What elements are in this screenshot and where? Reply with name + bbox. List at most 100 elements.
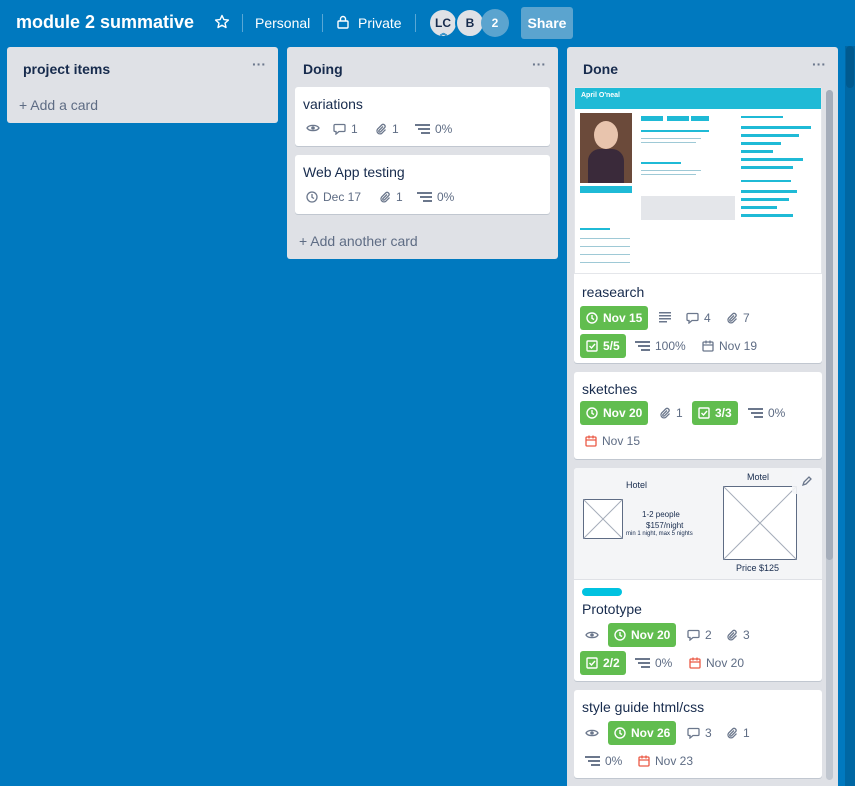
header-divider xyxy=(242,14,243,32)
calendar-icon xyxy=(702,340,714,352)
attachments-badge: 7 xyxy=(726,309,750,327)
attachments-badge: 1 xyxy=(375,120,399,138)
persona-header-bar: April O'neal xyxy=(575,88,821,109)
list-title[interactable]: Done xyxy=(583,61,618,77)
list-menu-button[interactable]: ··· xyxy=(252,56,266,72)
due-date-complete-badge[interactable]: Nov 15 xyxy=(580,306,649,330)
calendar-icon xyxy=(638,755,650,767)
clock-icon xyxy=(586,312,598,324)
progress-bars-icon xyxy=(748,408,763,418)
date-value: Nov 15 xyxy=(602,434,641,448)
clock-icon xyxy=(614,629,626,641)
paperclip-icon xyxy=(727,727,737,739)
eye-icon xyxy=(585,729,599,737)
attachments-count: 1 xyxy=(743,726,750,740)
comment-icon xyxy=(686,312,699,324)
member-overflow-count[interactable]: 2 xyxy=(481,9,509,37)
board-header: module 2 summative Personal Private LC ︽ … xyxy=(0,0,855,46)
comments-badge: 4 xyxy=(686,309,711,327)
clock-icon xyxy=(614,727,626,739)
team-button[interactable]: Personal xyxy=(255,15,310,31)
attachments-count: 1 xyxy=(676,406,683,420)
due-date-complete-badge[interactable]: Nov 20 xyxy=(580,401,649,425)
pencil-icon xyxy=(801,476,812,487)
comments-count: 2 xyxy=(705,628,712,642)
due-date: Nov 26 xyxy=(631,726,671,740)
comments-count: 1 xyxy=(351,122,358,136)
comments-badge: 2 xyxy=(687,626,712,644)
attachments-count: 7 xyxy=(743,311,750,325)
attachments-count: 3 xyxy=(743,628,750,642)
card-variations[interactable]: variations 1 1 0% xyxy=(295,87,550,146)
wireframe-price: Price $125 xyxy=(736,563,780,573)
card-style-guide[interactable]: style guide html/css Nov 26 3 1 0% Nov 2… xyxy=(574,690,822,778)
progress-value: 0% xyxy=(768,406,786,420)
lock-icon xyxy=(337,15,349,29)
image-placeholder-icon xyxy=(583,499,623,539)
clock-icon xyxy=(306,191,318,203)
comments-badge: 1 xyxy=(333,120,358,138)
date-badge: Nov 19 xyxy=(702,337,757,355)
add-another-card-button[interactable]: + Add another card xyxy=(299,233,418,249)
calendar-icon xyxy=(585,435,597,447)
date-badge: Nov 15 xyxy=(585,432,640,450)
due-date: Nov 20 xyxy=(631,628,671,642)
card-sketches[interactable]: sketches Nov 20 1 3/3 0% Nov 15 xyxy=(574,372,822,459)
add-card-button[interactable]: + Add a card xyxy=(19,97,98,113)
due-date: Nov 15 xyxy=(603,311,643,325)
card-title: Web App testing xyxy=(303,164,405,180)
comment-icon xyxy=(687,629,700,641)
comments-count: 3 xyxy=(705,726,712,740)
list-scrollbar-thumb[interactable] xyxy=(826,90,833,560)
share-button[interactable]: Share xyxy=(521,7,573,39)
star-icon[interactable] xyxy=(214,14,230,30)
card-reasearch[interactable]: April O'neal reasearch Nov 15 4 7 5/5 10… xyxy=(574,87,822,363)
checklist-count: 2/2 xyxy=(603,656,620,670)
comments-count: 4 xyxy=(704,311,711,325)
progress-bars-icon xyxy=(635,341,650,351)
clock-icon xyxy=(586,407,598,419)
board-scrollbar-thumb[interactable] xyxy=(846,46,854,88)
visibility-button[interactable]: Private xyxy=(358,15,402,31)
progress-bars-icon xyxy=(415,124,430,134)
edit-card-button[interactable] xyxy=(792,468,822,494)
list-menu-button[interactable]: ··· xyxy=(532,56,546,72)
due-date-complete-badge[interactable]: Nov 26 xyxy=(608,721,677,745)
progress-value: 0% xyxy=(437,190,455,204)
date-value: Nov 19 xyxy=(719,339,758,353)
paperclip-icon xyxy=(727,629,737,641)
card-label[interactable] xyxy=(582,588,622,596)
card-cover-image: April O'neal xyxy=(574,87,822,274)
list-title[interactable]: project items xyxy=(23,61,110,77)
checklist-count: 3/3 xyxy=(715,406,732,420)
paperclip-icon xyxy=(376,123,386,135)
image-placeholder-icon xyxy=(723,486,797,560)
date-value: Nov 20 xyxy=(706,656,745,670)
list-title[interactable]: Doing xyxy=(303,61,343,77)
list-menu-button[interactable]: ··· xyxy=(812,56,826,72)
progress-bars-icon xyxy=(585,756,600,766)
progress-value: 0% xyxy=(435,122,453,136)
card-prototype[interactable]: Hotel Motel 1-2 people $157/night min 1 … xyxy=(574,468,822,681)
member-avatar-lc[interactable]: LC ︽ xyxy=(428,8,458,38)
list-project-items: project items ··· + Add a card xyxy=(7,47,278,123)
date-value: Nov 23 xyxy=(655,754,694,768)
checklist-complete-badge: 3/3 xyxy=(692,401,738,425)
checklist-complete-badge: 5/5 xyxy=(580,334,626,358)
attachments-badge: 1 xyxy=(726,724,750,742)
attachments-badge: 1 xyxy=(659,404,683,422)
board-title[interactable]: module 2 summative xyxy=(16,12,194,33)
persona-name: April O'neal xyxy=(581,92,621,99)
list-scrollbar[interactable] xyxy=(826,90,833,780)
eye-icon xyxy=(306,124,320,132)
progress-value: 0% xyxy=(605,754,623,768)
due-date-complete-badge[interactable]: Nov 20 xyxy=(608,623,677,647)
progress-value: 0% xyxy=(655,656,673,670)
attachments-count: 1 xyxy=(396,190,403,204)
card-web-app-testing[interactable]: Web App testing Dec 17 1 0% xyxy=(295,155,550,214)
attachments-badge: 1 xyxy=(379,188,403,206)
checklist-count: 5/5 xyxy=(603,339,620,353)
checkbox-icon xyxy=(586,657,598,669)
paperclip-icon xyxy=(727,312,737,324)
board-scrollbar[interactable] xyxy=(845,46,855,786)
